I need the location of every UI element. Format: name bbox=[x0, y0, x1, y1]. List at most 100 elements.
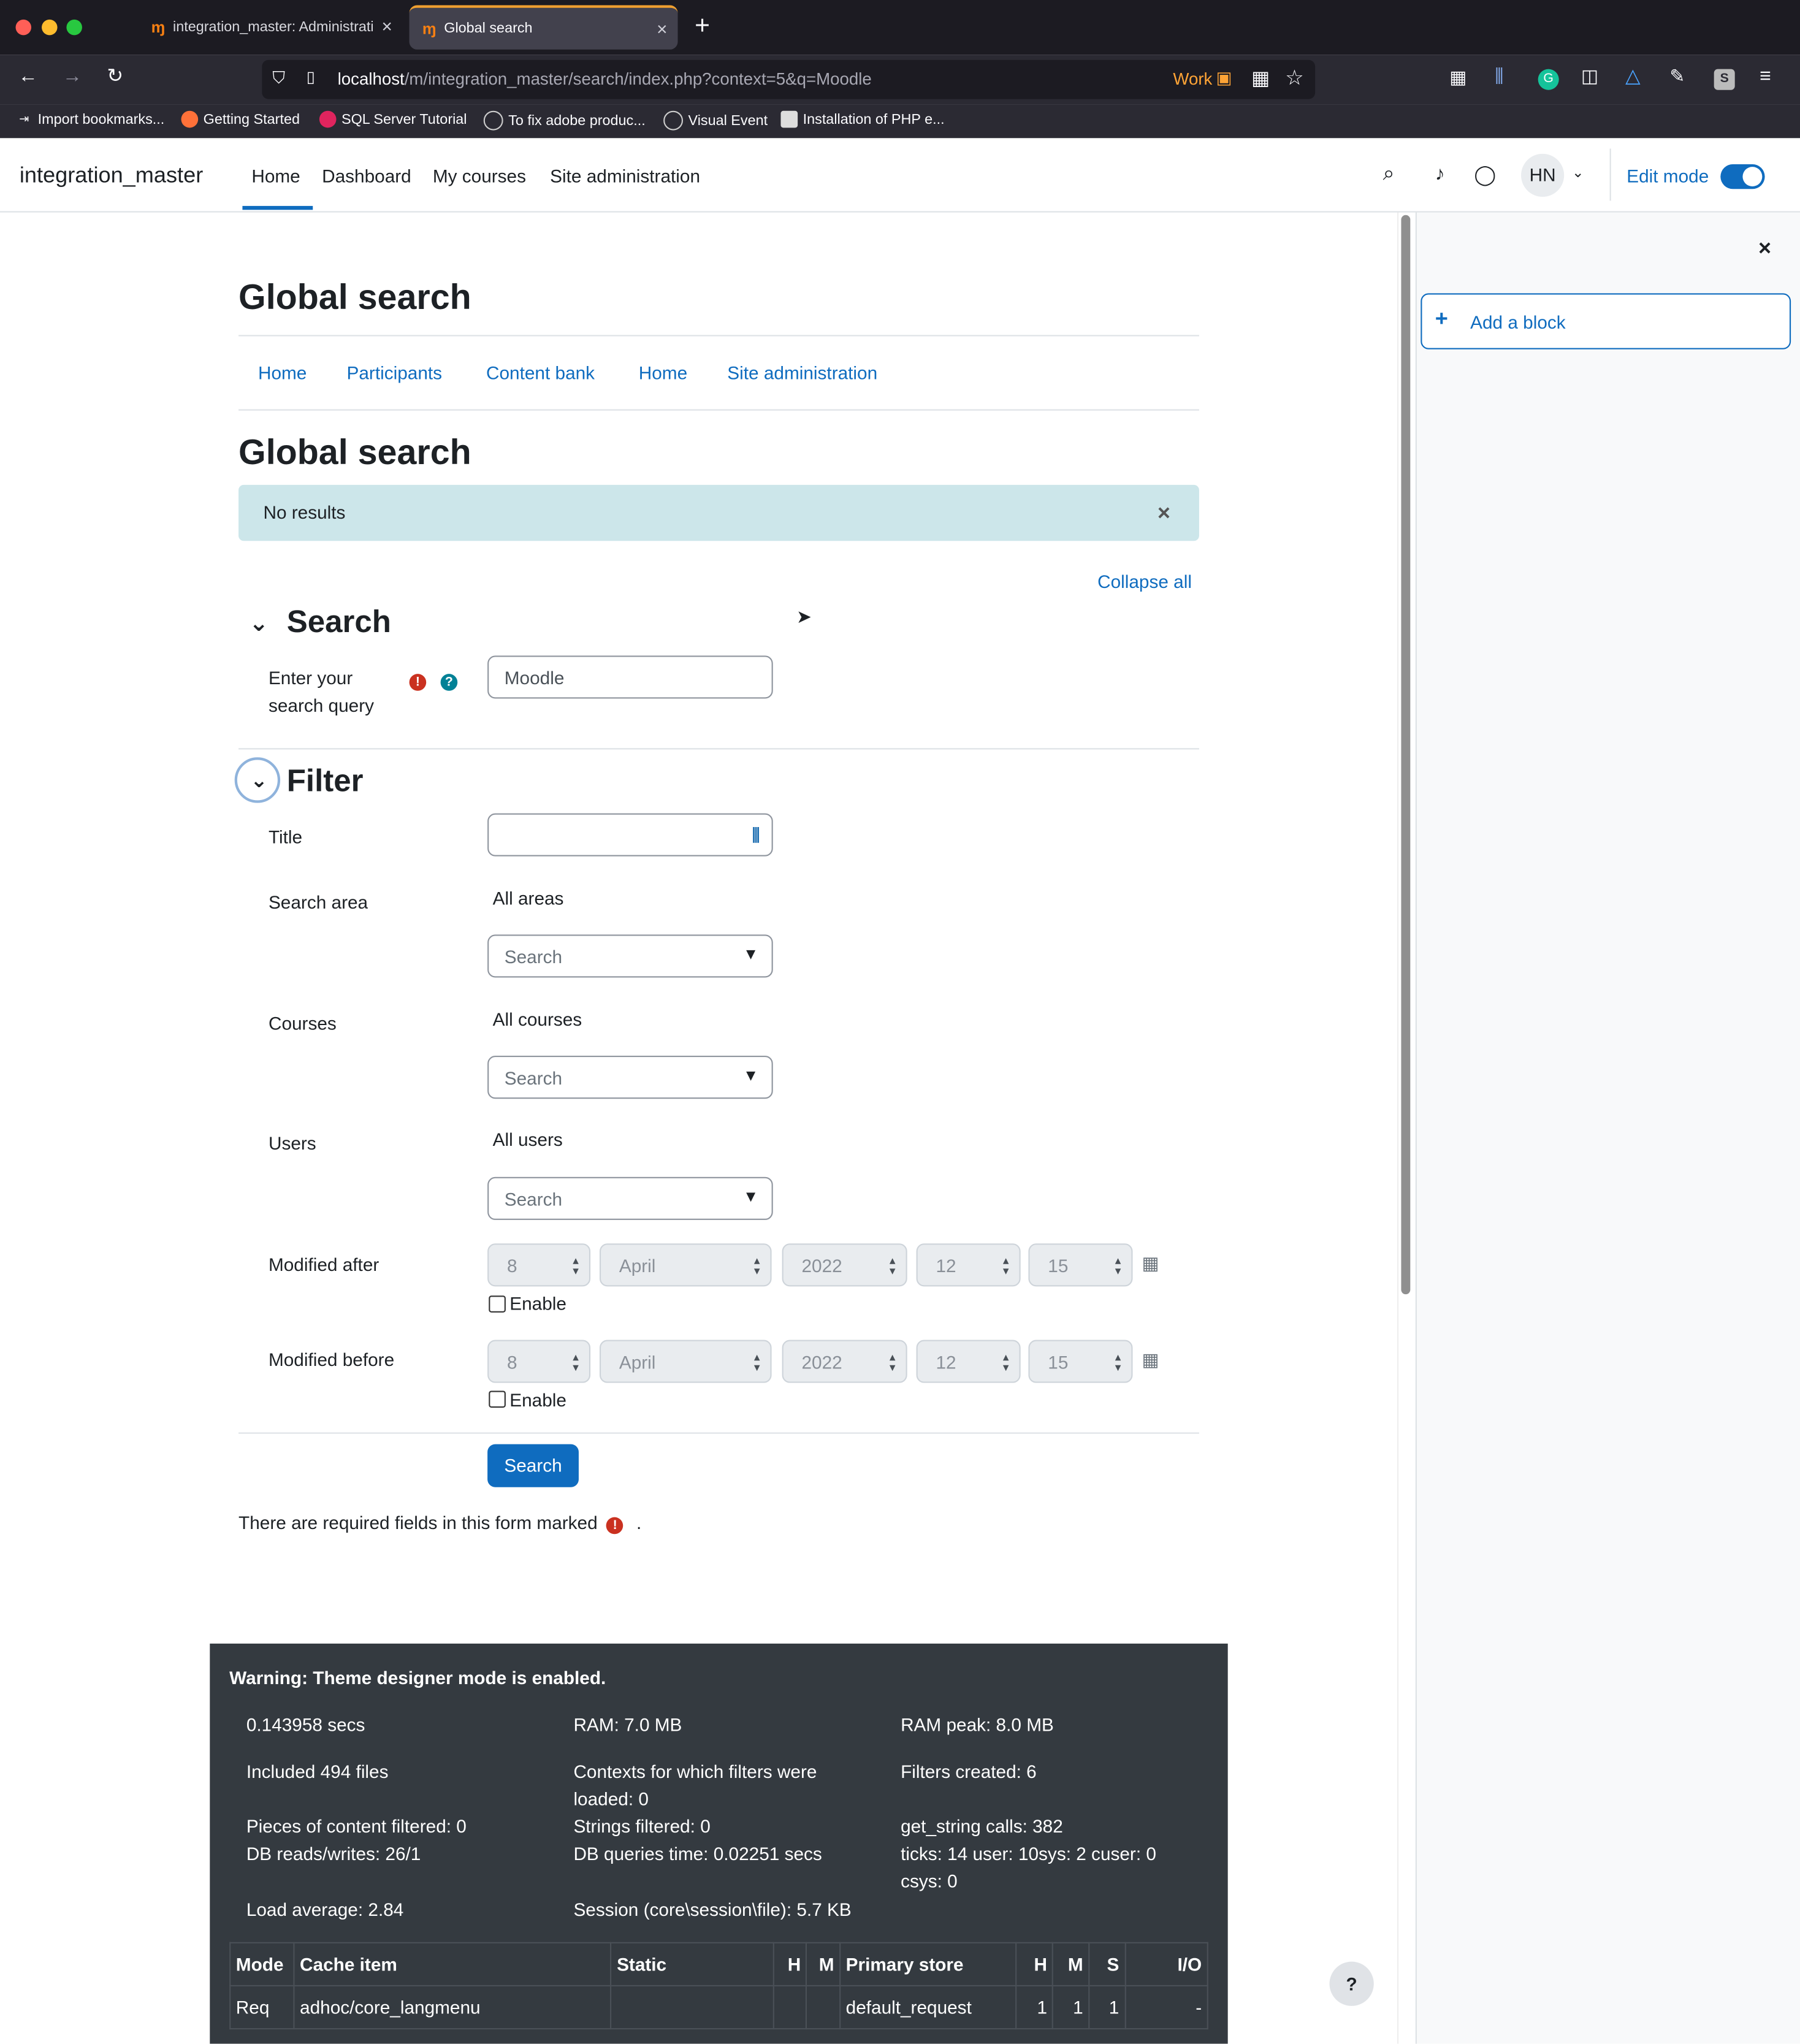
courses-select[interactable]: Search ▼ bbox=[487, 1056, 773, 1099]
extension-grid-icon[interactable]: ▦ bbox=[1251, 66, 1270, 90]
after-hour-select[interactable]: 12 ▴ ▾ bbox=[916, 1243, 1021, 1287]
section-title: Global search bbox=[238, 432, 471, 472]
calendar-icon[interactable]: ▦ bbox=[1142, 1253, 1159, 1275]
viewport: ɱ integration_master: Administrati × ɱ G… bbox=[0, 0, 1800, 2044]
after-month-select[interactable]: April ▴ ▾ bbox=[599, 1243, 772, 1287]
bars-extension-icon[interactable]: ⫼ bbox=[1495, 65, 1504, 87]
perf-filters-created: Filters created: 6 bbox=[901, 1761, 1037, 1782]
add-block-button[interactable]: + Add a block bbox=[1421, 293, 1791, 349]
after-enable-checkbox[interactable] bbox=[489, 1295, 506, 1313]
nav-my-courses[interactable]: My courses bbox=[433, 166, 526, 186]
shield-icon[interactable]: ⛉ bbox=[272, 68, 285, 89]
menu-icon[interactable]: ≡ bbox=[1760, 65, 1771, 87]
forward-icon[interactable]: → bbox=[63, 65, 82, 87]
help-fab-button[interactable]: ? bbox=[1329, 1961, 1374, 2006]
browser-tab-administration[interactable]: ɱ integration_master: Administrati × bbox=[138, 6, 403, 50]
title-label: Title bbox=[268, 826, 303, 847]
after-minute-select[interactable]: 15 ▴ ▾ bbox=[1028, 1243, 1133, 1287]
close-drawer-icon[interactable]: × bbox=[1758, 236, 1771, 262]
container-label[interactable]: Work bbox=[1173, 69, 1212, 89]
address-bar[interactable]: ⛉ ▯ localhost/m/integration_master/searc… bbox=[262, 59, 1316, 99]
grammarly-icon[interactable]: G bbox=[1538, 69, 1559, 90]
reader-extension-icon[interactable]: ◫ bbox=[1581, 65, 1598, 87]
close-tab-icon[interactable]: × bbox=[657, 18, 667, 39]
before-day-select[interactable]: 8 ▴ ▾ bbox=[487, 1340, 591, 1383]
search-submit-button[interactable]: Search bbox=[487, 1444, 579, 1487]
toggle-knob bbox=[1742, 167, 1763, 187]
users-value: All users bbox=[492, 1129, 563, 1150]
close-tab-icon[interactable]: × bbox=[382, 16, 392, 37]
help-button[interactable]: ? bbox=[440, 669, 458, 692]
before-hour-select[interactable]: 12 ▴ ▾ bbox=[916, 1340, 1021, 1383]
before-enable-label[interactable]: Enable bbox=[509, 1389, 566, 1410]
php-icon bbox=[780, 110, 798, 128]
bookmark-getting-started[interactable]: Getting Started bbox=[181, 110, 300, 128]
chevron-down-icon[interactable]: ⌄ bbox=[1572, 164, 1584, 181]
close-window-button[interactable] bbox=[15, 19, 32, 36]
search-area-select[interactable]: Search ▼ bbox=[487, 934, 773, 978]
bookmark-import[interactable]: ⇥ Import bookmarks... bbox=[16, 111, 164, 128]
chevron-down-icon[interactable]: ⌄ bbox=[249, 610, 269, 638]
secnav-home[interactable]: Home bbox=[258, 362, 307, 383]
nav-dashboard[interactable]: Dashboard bbox=[322, 166, 411, 186]
updown-arrow-icon: ▴ ▾ bbox=[753, 1254, 760, 1278]
table-cell bbox=[806, 1985, 841, 2030]
drive-extension-icon[interactable]: △ bbox=[1625, 64, 1641, 87]
edit-mode-toggle[interactable] bbox=[1720, 164, 1765, 189]
table-header: Mode bbox=[229, 1942, 295, 1987]
nav-home[interactable]: Home bbox=[251, 166, 300, 186]
minimize-window-button[interactable] bbox=[42, 19, 58, 36]
before-minute-select[interactable]: 15 ▴ ▾ bbox=[1028, 1340, 1133, 1383]
bookmark-visual-event[interactable]: Visual Event bbox=[663, 110, 768, 131]
bookmark-sql-server[interactable]: SQL Server Tutorial bbox=[319, 110, 467, 128]
reload-icon[interactable]: ↻ bbox=[107, 64, 123, 87]
filter-toggle-button[interactable]: ⌄ bbox=[234, 757, 281, 803]
bell-icon[interactable]: ♪ bbox=[1435, 163, 1445, 185]
collapse-all-link[interactable]: Collapse all bbox=[1097, 571, 1192, 592]
bookmark-star-icon[interactable]: ☆ bbox=[1285, 65, 1303, 91]
table-cell: 1 bbox=[1052, 1985, 1090, 2030]
before-enable-checkbox[interactable] bbox=[489, 1390, 506, 1408]
plus-icon: + bbox=[1435, 306, 1448, 332]
pen-extension-icon[interactable]: ✎ bbox=[1669, 65, 1685, 87]
edit-mode-label: Edit mode bbox=[1626, 166, 1709, 187]
secnav-home-2[interactable]: Home bbox=[639, 362, 687, 383]
nav-site-administration[interactable]: Site administration bbox=[550, 166, 700, 186]
new-tab-icon[interactable]: + bbox=[695, 12, 710, 42]
s-extension-icon[interactable]: S bbox=[1714, 69, 1735, 90]
after-day-select[interactable]: 8 ▴ ▾ bbox=[487, 1243, 591, 1287]
zoom-window-button[interactable] bbox=[66, 19, 82, 36]
alert-text: No results bbox=[263, 501, 346, 523]
messages-icon[interactable]: ◯ bbox=[1474, 163, 1497, 186]
after-enable-label[interactable]: Enable bbox=[509, 1293, 566, 1314]
table-cell: adhoc/core_langmenu bbox=[293, 1985, 612, 2030]
updown-arrow-icon: ▴ ▾ bbox=[573, 1350, 579, 1374]
close-icon[interactable]: × bbox=[1157, 500, 1170, 527]
perf-session: Session (core\session\file): 5.7 KB bbox=[573, 1899, 852, 1920]
site-brand[interactable]: integration_master bbox=[20, 163, 203, 189]
before-month-select[interactable]: April ▴ ▾ bbox=[599, 1340, 772, 1383]
users-select[interactable]: Search ▼ bbox=[487, 1176, 773, 1220]
bookmark-php[interactable]: Installation of PHP e... bbox=[780, 110, 945, 128]
browser-tab-global-search[interactable]: ɱ Global search × bbox=[409, 5, 678, 50]
extensions-icon[interactable]: ▦ bbox=[1449, 66, 1466, 88]
scrollbar-thumb[interactable] bbox=[1401, 215, 1411, 1295]
import-icon: ⇥ bbox=[19, 112, 29, 126]
filter-section-heading[interactable]: Filter bbox=[287, 764, 364, 801]
search-query-input[interactable]: Moodle bbox=[487, 655, 773, 699]
calendar-icon[interactable]: ▦ bbox=[1142, 1349, 1159, 1371]
secnav-content-bank[interactable]: Content bank bbox=[486, 362, 595, 383]
secnav-site-administration[interactable]: Site administration bbox=[727, 362, 877, 383]
github-icon bbox=[483, 110, 503, 131]
after-year-select[interactable]: 2022 ▴ ▾ bbox=[782, 1243, 907, 1287]
search-icon[interactable]: ⌕ bbox=[1383, 163, 1395, 186]
search-section-heading[interactable]: Search bbox=[287, 604, 391, 641]
back-icon[interactable]: ← bbox=[18, 65, 38, 87]
bookmark-adobe[interactable]: To fix adobe produc... bbox=[483, 110, 646, 131]
table-header: M bbox=[806, 1942, 841, 1987]
perf-db-time: DB queries time: 0.02251 secs bbox=[573, 1843, 822, 1864]
secnav-participants[interactable]: Participants bbox=[347, 362, 443, 383]
before-year-select[interactable]: 2022 ▴ ▾ bbox=[782, 1340, 907, 1383]
title-input[interactable] bbox=[487, 813, 773, 856]
avatar[interactable]: HN bbox=[1521, 153, 1565, 197]
